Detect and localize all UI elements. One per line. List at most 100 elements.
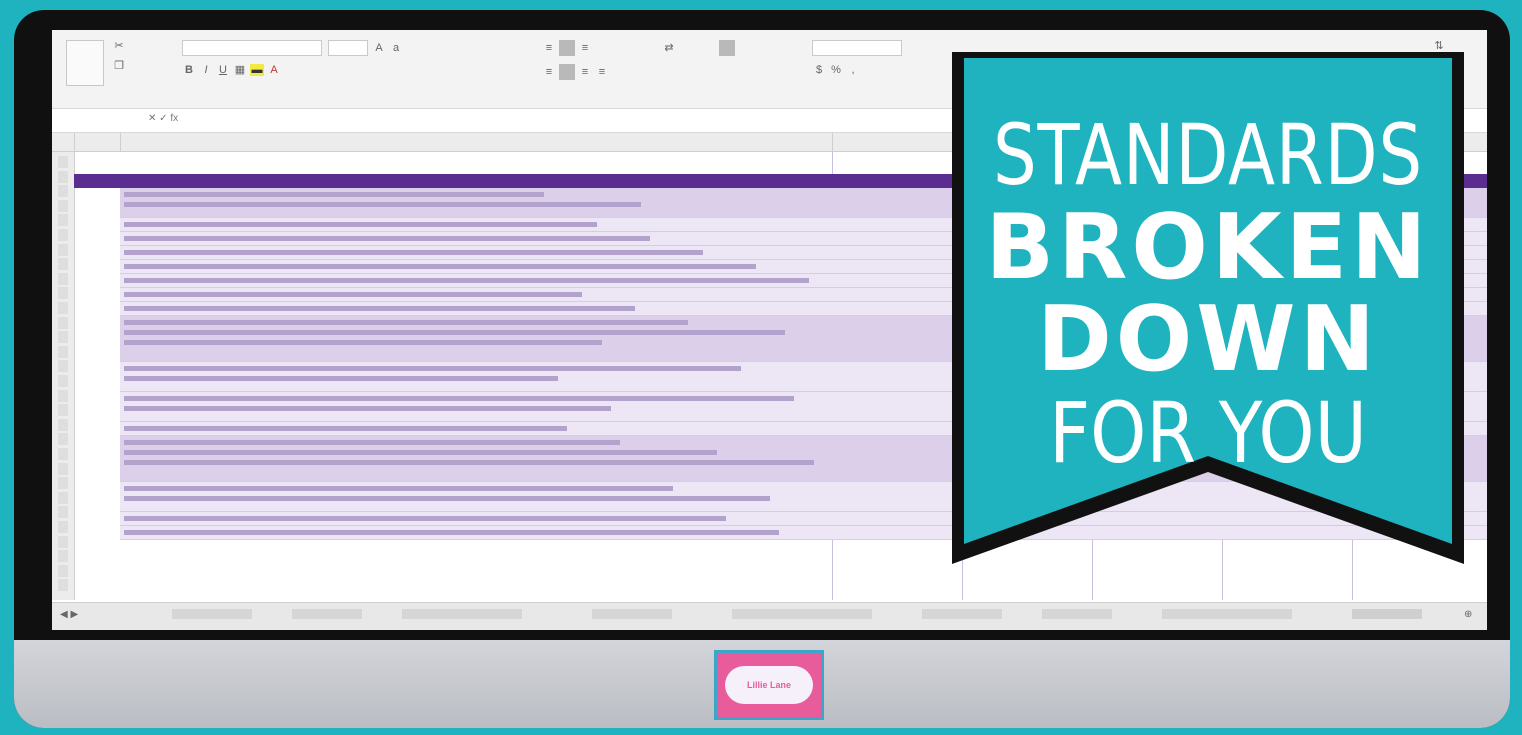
row-number[interactable] — [58, 535, 68, 548]
blurred-text — [124, 340, 602, 345]
name-box[interactable] — [58, 113, 120, 128]
row-number[interactable] — [58, 579, 68, 592]
grow-font-icon[interactable]: A — [372, 42, 386, 54]
blurred-text — [124, 486, 673, 491]
merge-icon[interactable] — [719, 40, 735, 56]
row-number[interactable] — [58, 462, 68, 475]
font-color-icon[interactable]: A — [267, 64, 281, 76]
blurred-text — [124, 450, 717, 455]
align-top-icon[interactable]: ≡ — [542, 42, 556, 54]
row-number[interactable] — [58, 433, 68, 446]
column-header[interactable] — [120, 133, 833, 151]
number-format-select[interactable] — [812, 40, 902, 56]
sheet-tab[interactable] — [1162, 609, 1292, 619]
italic-icon[interactable]: I — [199, 64, 213, 76]
row-number[interactable] — [58, 491, 68, 504]
wrap-icon[interactable]: ⇄ — [662, 42, 676, 54]
banner-line-3: DOWN — [1037, 287, 1379, 392]
copy-icon[interactable]: ❐ — [112, 60, 126, 72]
font-grow-shrink[interactable]: A a — [372, 42, 403, 54]
row-number[interactable] — [58, 302, 68, 314]
orientation-icon[interactable]: ≡ — [578, 42, 592, 54]
row-number[interactable] — [58, 316, 68, 329]
row-number[interactable] — [58, 404, 68, 417]
blurred-text — [124, 306, 635, 311]
row-number[interactable] — [58, 521, 68, 533]
currency-icon[interactable]: $ — [812, 64, 826, 76]
row-number[interactable] — [58, 156, 68, 168]
paste-icon[interactable] — [66, 40, 104, 86]
font-size-select[interactable] — [328, 40, 368, 56]
row-number[interactable] — [58, 170, 68, 183]
percent-icon[interactable]: % — [829, 64, 843, 76]
shrink-font-icon[interactable]: a — [389, 42, 403, 54]
sort-icon[interactable]: ⇅ — [1432, 40, 1446, 52]
tab-scroll-left-icon[interactable]: ◀ ▶ — [60, 609, 78, 620]
row-number[interactable] — [58, 345, 68, 358]
fx-icon[interactable]: ✕ ✓ fx — [148, 113, 178, 124]
blurred-text — [124, 496, 770, 501]
column-header[interactable] — [74, 133, 121, 151]
sheet-tab[interactable] — [1042, 609, 1112, 619]
bold-icon[interactable]: B — [182, 64, 196, 76]
cut-copy-icons[interactable]: ✂ — [112, 40, 126, 52]
indent-icon[interactable]: ≡ — [578, 66, 592, 78]
blurred-text — [124, 250, 703, 255]
blurred-text — [124, 192, 544, 197]
blurred-text — [124, 516, 726, 521]
monitor-frame: ✂ ❐ A a B I U ▦ ▬ A ≡ ≡ ≡ ≡ ≡ ⇄ $ % , ⇅ … — [14, 10, 1510, 728]
row-number[interactable] — [58, 287, 68, 300]
blurred-text — [124, 292, 582, 297]
blurred-text — [124, 320, 688, 325]
row-number[interactable] — [58, 448, 68, 460]
brand-logo: Lillie Lane — [714, 650, 824, 720]
add-sheet-icon[interactable]: ⊕ — [1464, 609, 1472, 620]
sheet-tab-active[interactable] — [1352, 609, 1422, 619]
wrap-text-icon[interactable] — [559, 40, 575, 56]
sheet-tab[interactable] — [172, 609, 252, 619]
spreadsheet-window: ✂ ❐ A a B I U ▦ ▬ A ≡ ≡ ≡ ≡ ≡ ⇄ $ % , ⇅ … — [52, 30, 1487, 630]
banner-line-1: STANDARDS — [992, 106, 1424, 204]
sheet-tab[interactable] — [402, 609, 522, 619]
row-number[interactable] — [58, 272, 68, 285]
sheet-tab[interactable] — [732, 609, 872, 619]
row-number[interactable] — [58, 477, 68, 490]
merge-center-icon[interactable] — [559, 64, 575, 80]
sheet-tab[interactable] — [592, 609, 672, 619]
blurred-text — [124, 426, 567, 431]
cut-icon[interactable]: ✂ — [112, 40, 126, 52]
row-number[interactable] — [58, 550, 68, 563]
align-top-icons: ≡ ≡ — [542, 40, 592, 56]
row-number[interactable] — [58, 258, 68, 271]
banner-line-4: FOR YOU — [1049, 384, 1367, 482]
highlight-icon[interactable]: ▬ — [250, 64, 264, 76]
border-icon[interactable]: ▦ — [233, 64, 247, 76]
blurred-text — [124, 202, 641, 207]
row-number[interactable] — [58, 229, 68, 241]
comma-icon[interactable]: , — [846, 64, 860, 76]
font-name-select[interactable] — [182, 40, 322, 56]
outdent-icon[interactable]: ≡ — [595, 66, 609, 78]
row-number[interactable] — [58, 389, 68, 402]
row-number[interactable] — [58, 199, 68, 212]
sheet-tab[interactable] — [292, 609, 362, 619]
row-number[interactable] — [58, 185, 68, 198]
copy-icon-wrap[interactable]: ❐ — [112, 60, 126, 72]
row-number[interactable] — [58, 214, 68, 227]
row-number[interactable] — [58, 360, 68, 373]
row-number[interactable] — [58, 506, 68, 519]
sheet-tabs-bar: ◀ ▶ ⊕ — [52, 602, 1487, 630]
row-number[interactable] — [58, 564, 68, 577]
blurred-text — [124, 406, 611, 411]
row-number[interactable] — [58, 331, 68, 344]
blurred-text — [124, 460, 814, 465]
number-format-icons: $ % , — [812, 64, 860, 76]
underline-icon[interactable]: U — [216, 64, 230, 76]
sheet-tab[interactable] — [922, 609, 1002, 619]
select-all-corner[interactable] — [52, 133, 75, 151]
row-number[interactable] — [58, 375, 68, 387]
row-number[interactable] — [58, 418, 68, 431]
row-number[interactable] — [58, 243, 68, 256]
align-left-icon[interactable]: ≡ — [542, 66, 556, 78]
align-bottom-icons: ≡ ≡ ≡ — [542, 64, 609, 80]
